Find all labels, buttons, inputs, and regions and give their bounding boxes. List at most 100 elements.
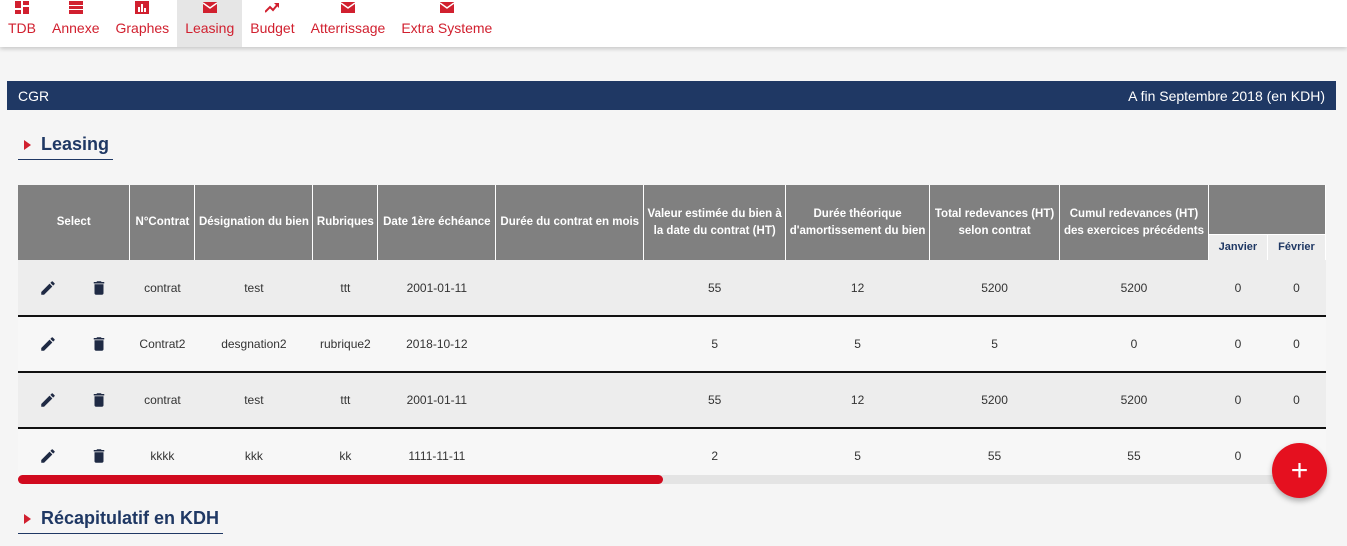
nav-tab-label: Budget xyxy=(250,20,295,36)
col-header-date: Date 1ère échéance xyxy=(377,185,497,260)
cell-cumul: 0 xyxy=(1130,337,1138,351)
row-actions xyxy=(18,316,130,372)
nav-tab-budget[interactable]: Budget xyxy=(242,0,302,47)
cell-valeur: 55 xyxy=(707,280,722,295)
table-row: contrat test ttt 2001-01-11 55 12 5200 5200 0 0 xyxy=(18,372,1326,428)
section-title: Leasing xyxy=(41,134,110,154)
cell-designation: kkk xyxy=(244,449,263,463)
section-title: Récapitulatif en KDH xyxy=(41,508,220,528)
cell-valeur: 55 xyxy=(707,393,722,407)
section-leasing-toggle[interactable]: Leasing xyxy=(18,134,114,160)
cell-cumul: 5200 xyxy=(1120,393,1148,407)
cell-rubrique: rubrique2 xyxy=(320,337,371,351)
cell-designation: test xyxy=(244,393,264,407)
cell-total: 5 xyxy=(991,337,998,351)
cell-fevrier: 0 xyxy=(1293,280,1300,295)
cell-janvier: 0 xyxy=(1234,393,1242,407)
cell-fevrier: 0 xyxy=(1293,337,1300,351)
table-row: contrat test ttt 2001-01-11 55 12 5200 5200 0 0 xyxy=(18,260,1326,316)
col-header-duree: Durée du contrat en mois xyxy=(495,185,645,260)
cell-valeur: 2 xyxy=(711,449,718,463)
cell-designation: desgnation2 xyxy=(221,337,287,351)
nav-tab-label: TDB xyxy=(8,20,36,36)
mail-icon xyxy=(439,1,455,14)
cell-date: 1111-11-11 xyxy=(408,449,466,463)
context-header-bar: CGR A fin Septembre 2018 (en KDH) xyxy=(7,81,1336,110)
pencil-icon[interactable] xyxy=(39,447,57,465)
col-header-select: Select xyxy=(18,185,131,260)
col-header-fevrier: Février xyxy=(1267,233,1326,260)
nav-tab-label: Annexe xyxy=(52,20,100,36)
nav-tab-atterrissage[interactable]: Atterrissage xyxy=(303,0,394,47)
trash-icon[interactable] xyxy=(90,335,108,353)
trending-up-icon xyxy=(264,1,280,14)
cell-janvier: 0 xyxy=(1234,449,1242,463)
cell-fevrier: 0 xyxy=(1293,393,1300,407)
nav-tab-tdb[interactable]: TDB xyxy=(0,0,44,47)
nav-tab-label: Leasing xyxy=(185,20,235,36)
trash-icon[interactable] xyxy=(90,391,108,409)
trash-icon[interactable] xyxy=(90,279,108,297)
col-header-duree-theorique: Durée théorique d'amortissement du bien xyxy=(785,185,931,260)
cell-contrat: contrat xyxy=(144,280,181,295)
cell-valeur: 5 xyxy=(711,337,718,351)
cell-duree-theo: 5 xyxy=(854,449,861,463)
row-actions xyxy=(18,372,130,428)
expand-arrow-icon xyxy=(24,139,31,150)
col-header-valeur: Valeur estimée du bien à la date du cont… xyxy=(643,185,787,260)
cell-designation: test xyxy=(244,280,264,295)
add-contract-button[interactable]: + xyxy=(1272,443,1327,498)
cell-cumul: 55 xyxy=(1127,449,1141,463)
cell-rubrique: ttt xyxy=(340,393,351,407)
col-header-designation: Désignation du bien xyxy=(194,185,314,260)
pencil-icon[interactable] xyxy=(39,279,57,297)
bar-chart-icon xyxy=(135,1,150,14)
nav-tab-leasing[interactable]: Leasing xyxy=(177,0,243,47)
cell-rubrique: ttt xyxy=(340,280,351,295)
pencil-icon[interactable] xyxy=(39,335,57,353)
cell-duree-theo: 5 xyxy=(854,337,861,351)
cell-duree xyxy=(496,260,644,316)
table-row: kkkkkkkkk1111-11-1125555500 xyxy=(18,428,1326,475)
row-actions xyxy=(18,260,130,316)
nav-tab-annexe[interactable]: Annexe xyxy=(44,0,107,47)
list-icon xyxy=(68,1,83,14)
leasing-table-container: Select N°Contrat Désignation du bien Rub… xyxy=(18,185,1326,475)
cell-duree-theo: 12 xyxy=(850,393,865,407)
table-row: Contrat2 desgnation2 rubrique2 2018-10-12 5 5… xyxy=(18,316,1326,372)
scrollbar-thumb[interactable] xyxy=(18,475,663,484)
col-header-janvier: Janvier xyxy=(1208,233,1268,260)
nav-tab-graphes[interactable]: Graphes xyxy=(107,0,177,47)
entity-label: CGR xyxy=(18,87,50,104)
cell-cumul: 5200 xyxy=(1120,280,1148,295)
leasing-table: Select N°Contrat Désignation du bien Rub… xyxy=(18,185,1326,475)
nav-tab-extra-systeme[interactable]: Extra Systeme xyxy=(393,0,500,47)
mail-icon xyxy=(202,1,218,14)
dashboard-icon xyxy=(15,1,29,14)
period-label: A fin Septembre 2018 (en KDH) xyxy=(1128,87,1325,104)
cell-contrat: Contrat2 xyxy=(139,337,186,351)
cell-duree xyxy=(496,372,644,428)
horizontal-scrollbar[interactable] xyxy=(18,475,1308,484)
cell-duree-theo: 12 xyxy=(850,280,865,295)
cell-contrat: contrat xyxy=(144,393,181,407)
cell-janvier: 0 xyxy=(1234,337,1242,351)
section-recap-toggle[interactable]: Récapitulatif en KDH xyxy=(18,508,224,534)
cell-contrat: kkkk xyxy=(150,449,175,463)
cell-duree xyxy=(496,316,644,372)
col-header-contrat: N°Contrat xyxy=(129,185,196,260)
trash-icon[interactable] xyxy=(90,447,108,465)
mail-icon xyxy=(340,1,356,14)
col-header-months-group xyxy=(1208,185,1326,234)
cell-total: 5200 xyxy=(981,280,1008,295)
top-nav: TDB Annexe Graphes Leasing Budget Atterrissag… xyxy=(0,0,1347,47)
cell-janvier: 0 xyxy=(1234,280,1242,295)
col-header-rubriques: Rubriques xyxy=(312,185,379,260)
nav-tab-label: Extra Systeme xyxy=(401,20,493,36)
cell-total: 5200 xyxy=(981,393,1008,407)
nav-tab-label: Graphes xyxy=(115,20,170,36)
cell-duree xyxy=(496,428,644,475)
col-header-total: Total redevances (HT) selon contrat xyxy=(929,185,1061,260)
pencil-icon[interactable] xyxy=(39,391,57,409)
cell-date: 2001-01-11 xyxy=(406,280,468,295)
